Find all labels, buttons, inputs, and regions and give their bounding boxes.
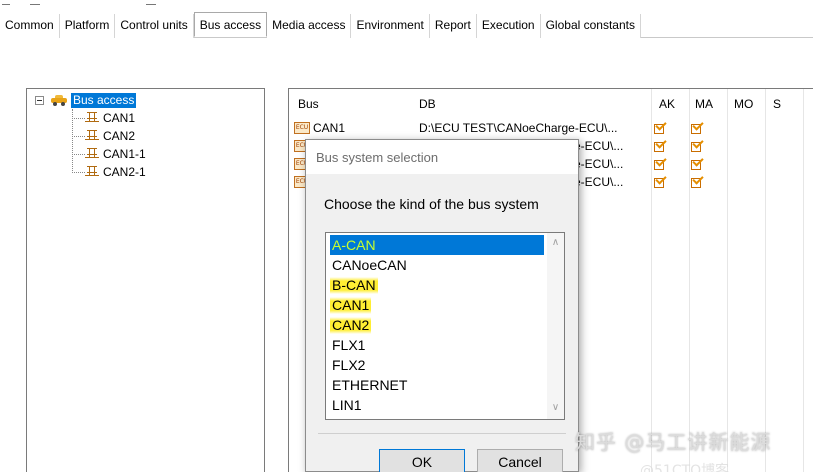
listbox-option-lin1[interactable]: LIN1 <box>330 395 364 415</box>
row-db: D:\ECU TEST\CANoeCharge-ECU\... <box>419 121 618 135</box>
network-icon <box>85 129 99 143</box>
column-header-bus[interactable]: Bus <box>298 89 319 117</box>
checkbox-ma[interactable] <box>691 155 704 170</box>
strip-mark <box>146 4 156 5</box>
checkbox-ma[interactable] <box>691 173 704 188</box>
top-strip <box>0 0 813 14</box>
tree-item-label: CAN1 <box>103 111 136 125</box>
dialog-divider <box>318 433 566 434</box>
tab-report[interactable]: Report <box>429 14 477 38</box>
listbox-option-canoecan[interactable]: CANoeCAN <box>330 255 409 275</box>
column-header-ma[interactable]: MA <box>695 89 713 117</box>
row-bus: CAN1 <box>313 121 346 135</box>
tree-root-node[interactable]: Bus access <box>35 92 137 108</box>
network-icon <box>85 165 99 179</box>
cancel-button[interactable]: Cancel <box>477 449 563 472</box>
bus-system-listbox[interactable]: A-CAN CANoeCAN B-CAN CAN1 CAN2 FLX1 FLX2… <box>325 232 565 420</box>
row-db: e-ECU\... <box>574 139 624 153</box>
tree-root-label[interactable]: Bus access <box>71 92 137 108</box>
checkbox-ak[interactable] <box>654 137 667 152</box>
table-row[interactable]: ECU CAN1 D:\ECU TEST\CANoeCharge-ECU\... <box>289 119 813 137</box>
tree-item-label: CAN1-1 <box>103 147 146 161</box>
checkbox-ak[interactable] <box>654 173 667 188</box>
bus-tree-panel[interactable]: Bus access CAN1 CAN2 CAN1-1 CAN2-1 <box>26 88 265 472</box>
watermark-secondary: @51CTO博客 <box>640 463 730 472</box>
tab-environment[interactable]: Environment <box>351 14 430 38</box>
tab-global-constants[interactable]: Global constants <box>540 14 641 38</box>
column-header-s[interactable]: S <box>773 89 781 117</box>
strip-mark <box>2 4 10 5</box>
bus-system-selection-dialog[interactable]: Bus system selection Choose the kind of … <box>305 139 579 472</box>
network-icon <box>85 147 99 161</box>
tab-execution[interactable]: Execution <box>476 14 541 38</box>
listbox-option-can2[interactable]: CAN2 <box>330 315 372 335</box>
tab-media-access[interactable]: Media access <box>267 14 352 38</box>
collapse-icon[interactable] <box>35 95 44 105</box>
row-db: e-ECU\... <box>574 157 624 171</box>
column-header-ak[interactable]: AK <box>659 89 675 117</box>
tab-control-units[interactable]: Control units <box>115 14 194 38</box>
listbox-scrollbar[interactable]: ∧ ∨ <box>547 233 564 419</box>
watermark: 知乎 @马工讲新能源 <box>575 430 772 454</box>
tab-bus-access[interactable]: Bus access <box>193 12 268 37</box>
checkbox-ma[interactable] <box>691 137 704 152</box>
dialog-prompt: Choose the kind of the bus system <box>324 196 539 212</box>
column-header-db[interactable]: DB <box>419 89 436 117</box>
network-icon <box>85 111 99 125</box>
dialog-title[interactable]: Bus system selection <box>306 140 578 174</box>
scroll-up-icon[interactable]: ∧ <box>550 237 561 248</box>
tab-bar: Common Platform Control units Bus access… <box>0 12 813 38</box>
checkbox-ma[interactable] <box>691 119 704 134</box>
column-header-mo[interactable]: MO <box>734 89 753 117</box>
scroll-down-icon[interactable]: ∨ <box>550 402 561 413</box>
row-db: e-ECU\... <box>574 175 624 189</box>
car-icon <box>50 94 68 106</box>
tree-item-can1[interactable]: CAN1 <box>72 109 135 127</box>
listbox-option-can1[interactable]: CAN1 <box>330 295 372 315</box>
tab-platform[interactable]: Platform <box>59 14 116 38</box>
listbox-option-flx2[interactable]: FLX2 <box>330 355 367 375</box>
checkbox-ak[interactable] <box>654 119 667 134</box>
ecu-icon: ECU <box>294 122 310 134</box>
strip-mark <box>30 4 40 5</box>
listbox-option-ethernet[interactable]: ETHERNET <box>330 375 409 395</box>
tab-common[interactable]: Common <box>0 14 60 38</box>
listbox-option-a-can[interactable]: A-CAN <box>330 235 544 255</box>
listbox-option-flx1[interactable]: FLX1 <box>330 335 367 355</box>
ok-button[interactable]: OK <box>379 449 465 472</box>
listbox-option-b-can[interactable]: B-CAN <box>330 275 378 295</box>
checkbox-ak[interactable] <box>654 155 667 170</box>
application-window: Common Platform Control units Bus access… <box>0 0 813 472</box>
tree-item-label: CAN2-1 <box>103 165 146 179</box>
tree-item-can1-1[interactable]: CAN1-1 <box>72 145 146 163</box>
tree-item-can2[interactable]: CAN2 <box>72 127 135 145</box>
tree-item-can2-1[interactable]: CAN2-1 <box>72 163 146 181</box>
tree-item-label: CAN2 <box>103 129 136 143</box>
